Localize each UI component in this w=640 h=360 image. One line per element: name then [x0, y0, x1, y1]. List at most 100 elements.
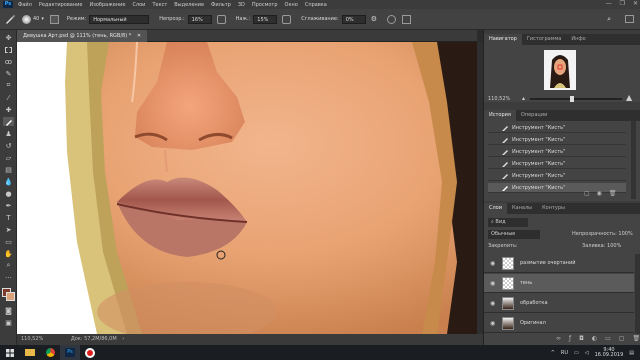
path-selection-tool-icon[interactable]: ➤: [3, 225, 14, 234]
rectangle-tool-icon[interactable]: ▭: [3, 237, 14, 246]
menu-view[interactable]: Просмотр: [252, 2, 278, 8]
close-icon[interactable]: ✕: [137, 33, 141, 39]
zoom-slider-handle[interactable]: [570, 96, 574, 102]
brush-size-picker[interactable]: 40 ▾: [22, 14, 44, 24]
smoothing-input[interactable]: 0%: [341, 14, 366, 24]
layers-scrollbar[interactable]: [635, 254, 640, 334]
new-document-from-state-icon[interactable]: ▢: [584, 190, 590, 197]
pen-tool-icon[interactable]: ✒: [3, 201, 14, 210]
eye-icon[interactable]: ◉: [490, 274, 495, 293]
menu-window[interactable]: Окно: [285, 2, 298, 8]
clone-stamp-tool-icon[interactable]: ♟: [3, 129, 14, 138]
folder-icon[interactable]: ▭: [605, 335, 611, 342]
mode-select[interactable]: Нормальный: [89, 14, 150, 24]
canvas-area[interactable]: [17, 42, 477, 334]
network-icon[interactable]: ▭: [574, 350, 579, 356]
history-brush-tool-icon[interactable]: ↺: [3, 141, 14, 150]
chevron-right-icon[interactable]: ›: [122, 336, 124, 342]
pressure-opacity-icon[interactable]: [216, 14, 226, 24]
flow-input[interactable]: 15%: [253, 14, 278, 24]
dodge-tool-icon[interactable]: ●: [3, 189, 14, 198]
tab-channels[interactable]: Каналы: [507, 203, 537, 214]
menu-edit[interactable]: Редактирование: [39, 2, 83, 8]
more-tools-icon[interactable]: ···: [3, 273, 14, 282]
brush-tool-icon[interactable]: [3, 117, 14, 126]
tab-navigator[interactable]: Навигатор: [484, 34, 522, 45]
blend-mode-select[interactable]: Обычные: [488, 230, 540, 239]
file-explorer-icon[interactable]: [20, 345, 40, 360]
zoom-out-icon[interactable]: ▴: [522, 96, 525, 102]
move-tool-icon[interactable]: ✥: [3, 33, 14, 42]
gear-icon[interactable]: ⚙: [371, 15, 377, 23]
start-icon[interactable]: [0, 345, 20, 360]
layer-row[interactable]: ◉ размытие очертаний: [484, 254, 634, 273]
new-layer-icon[interactable]: ▢: [619, 335, 625, 342]
airbrush-icon[interactable]: [282, 14, 292, 24]
menu-text[interactable]: Текст: [152, 2, 167, 8]
tab-actions[interactable]: Операции: [516, 110, 552, 121]
trash-icon[interactable]: 🗑: [609, 190, 617, 197]
menu-select[interactable]: Выделение: [174, 2, 204, 8]
chrome-icon[interactable]: [40, 345, 60, 360]
layer-fill[interactable]: Заливка: 100%: [582, 242, 621, 251]
quick-select-tool-icon[interactable]: ✎: [3, 69, 14, 78]
volume-icon[interactable]: ◁: [585, 350, 589, 356]
tab-info[interactable]: Инфо: [566, 34, 590, 45]
zoom-tool-icon[interactable]: ⌕: [3, 261, 14, 270]
adjustment-icon[interactable]: ◐: [592, 335, 597, 342]
tab-paths[interactable]: Контуры: [537, 203, 570, 214]
history-item[interactable]: Инструмент "Кисть": [488, 123, 626, 133]
notifications-icon[interactable]: ▤: [629, 350, 634, 356]
crop-tool-icon[interactable]: ⌗: [3, 81, 14, 90]
minimize-button[interactable]: —: [606, 0, 612, 7]
link-icon[interactable]: ∞: [556, 335, 561, 342]
maximize-button[interactable]: ❐: [620, 0, 625, 7]
gradient-tool-icon[interactable]: ▤: [3, 165, 14, 174]
photoshop-taskbar-icon[interactable]: Ps: [60, 345, 80, 360]
background-color-swatch[interactable]: [6, 292, 15, 301]
search-icon[interactable]: ⌕: [607, 15, 611, 24]
menu-layers[interactable]: Слои: [132, 2, 145, 8]
tab-layers[interactable]: Слои: [484, 203, 507, 214]
history-item[interactable]: Инструмент "Кисть": [488, 147, 626, 157]
workspace-icon[interactable]: [625, 15, 634, 23]
opacity-input[interactable]: 16%: [187, 14, 212, 24]
language-indicator[interactable]: RU: [561, 350, 568, 356]
type-tool-icon[interactable]: T: [3, 213, 14, 222]
blur-tool-icon[interactable]: 💧: [3, 177, 14, 186]
layer-row-selected[interactable]: ◉ тень: [484, 274, 634, 293]
lasso-tool-icon[interactable]: ꝏ: [3, 57, 14, 66]
record-icon[interactable]: [80, 345, 100, 360]
hand-tool-icon[interactable]: ✋: [3, 249, 14, 258]
layer-row[interactable]: ◉ обработка: [484, 294, 634, 313]
eyedropper-tool-icon[interactable]: ⁄: [3, 93, 14, 102]
eye-icon[interactable]: ◉: [490, 314, 495, 333]
zoom-level[interactable]: 110,52%: [21, 336, 43, 342]
mask-icon[interactable]: ◘: [579, 335, 584, 342]
layer-opacity[interactable]: Непрозрачность: 100%: [572, 230, 633, 239]
layer-row[interactable]: ◉ Оригинал: [484, 314, 634, 333]
history-item[interactable]: Инструмент "Кисть": [488, 135, 626, 145]
fx-icon[interactable]: ƒ: [569, 335, 571, 342]
navigator-zoom-value[interactable]: 110,52%: [488, 96, 510, 102]
tray-up-icon[interactable]: ^: [551, 350, 555, 356]
eye-icon[interactable]: ◉: [490, 254, 495, 273]
quick-mask-icon[interactable]: ◙: [3, 306, 14, 315]
healing-brush-tool-icon[interactable]: ✚: [3, 105, 14, 114]
brush-panel-toggle-icon[interactable]: [49, 14, 59, 24]
pressure-size-icon[interactable]: [386, 14, 396, 24]
clock[interactable]: 9:40 16.09.2019: [595, 347, 624, 358]
close-button[interactable]: ✕: [633, 0, 638, 7]
eye-icon[interactable]: ◉: [490, 294, 495, 313]
menu-image[interactable]: Изображение: [89, 2, 125, 8]
menu-3d[interactable]: 3D: [238, 2, 245, 8]
menu-file[interactable]: Файл: [18, 2, 32, 8]
brush-tool-preset-icon[interactable]: [4, 13, 16, 25]
menu-filter[interactable]: Фильтр: [211, 2, 231, 8]
document-tab[interactable]: Девушка Арт.psd @ 111% (тень, RGB/8) * ✕: [17, 30, 148, 42]
marquee-tool-icon[interactable]: [3, 45, 14, 54]
symmetry-icon[interactable]: [401, 14, 411, 24]
history-scrollbar[interactable]: [631, 121, 636, 199]
layer-filter-select[interactable]: ⌕ Вид: [488, 218, 528, 227]
zoom-slider[interactable]: [530, 96, 622, 102]
